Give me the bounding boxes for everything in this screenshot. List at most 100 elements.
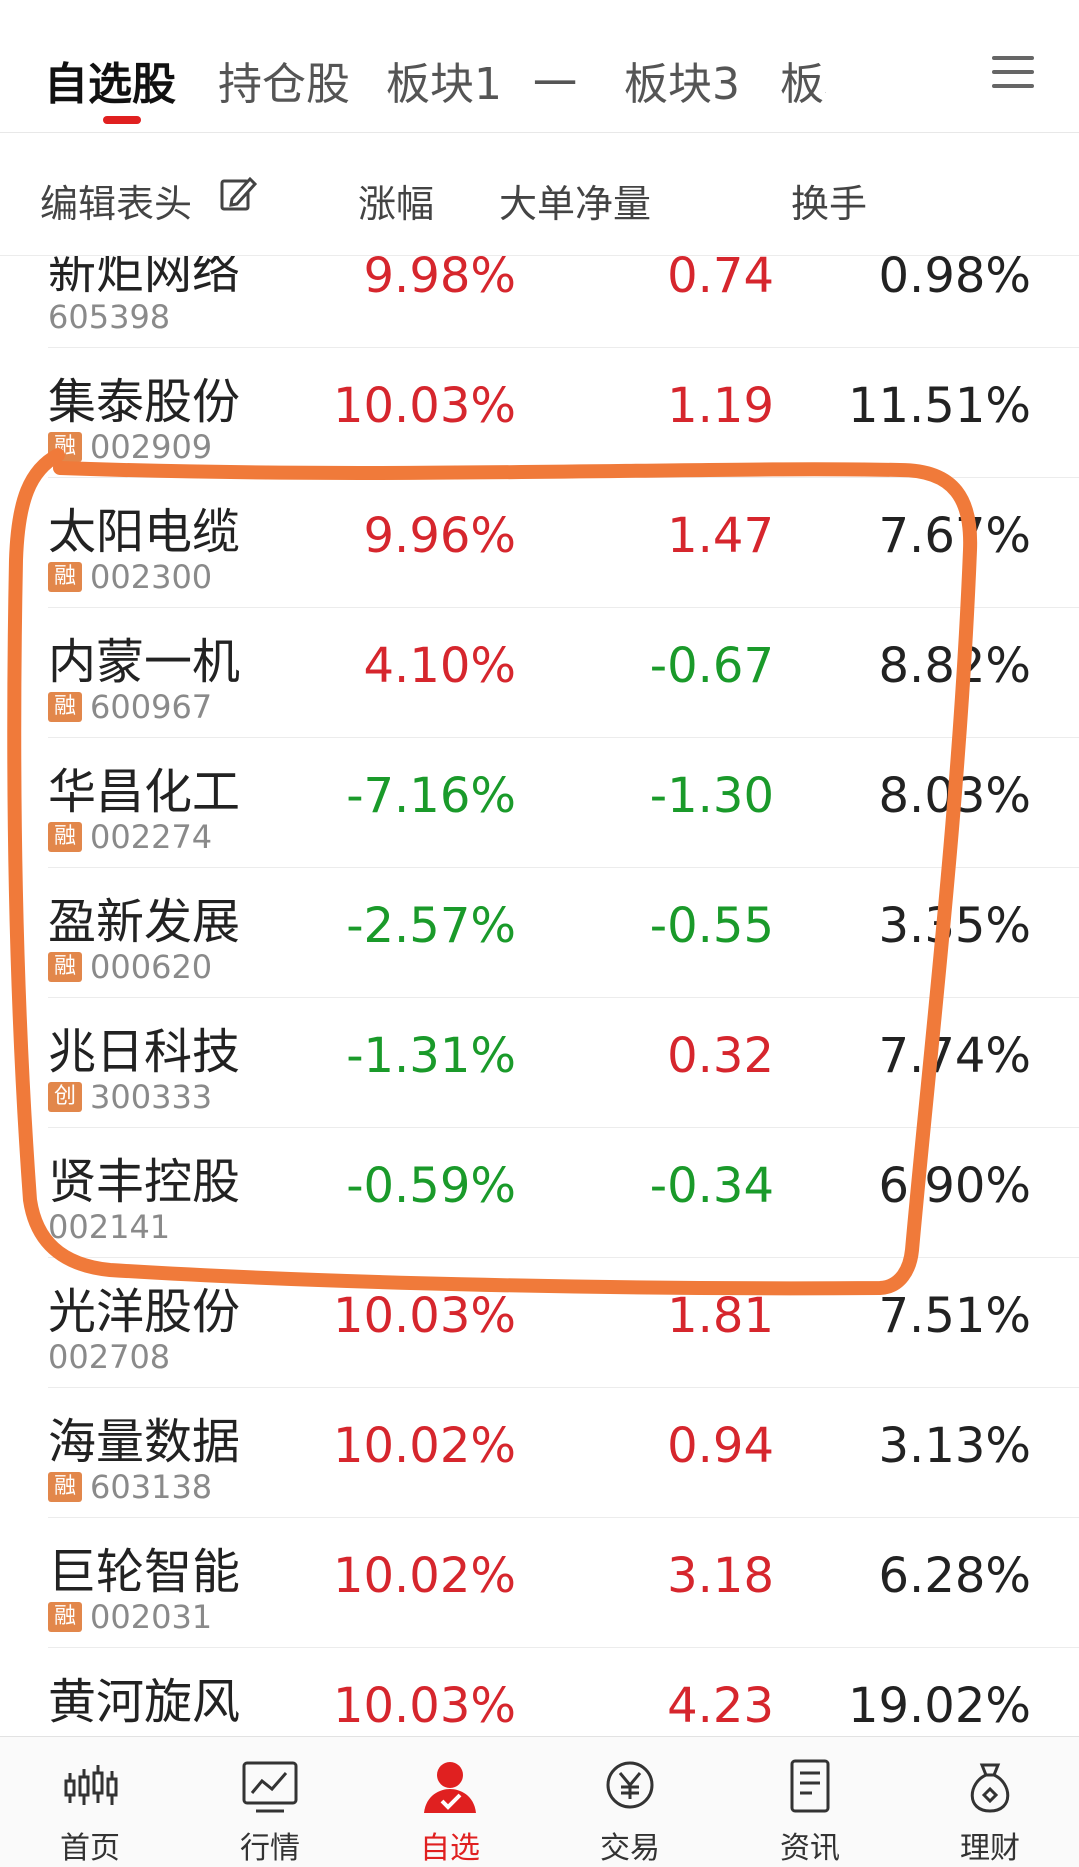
stock-name: 巨轮智能 [48,1544,241,1600]
stock-row[interactable]: 盈新发展融 000620 -2.57% -0.55 3.35% [0,868,1079,998]
bottom-nav-bar: 首页 行情 自选 交易 资讯 理财 [0,1736,1079,1867]
tab-sector-3[interactable]: 板块3 [624,48,740,112]
change-value: 9.96% [363,508,516,564]
stock-row[interactable]: 内蒙一机融 600967 4.10% -0.67 8.82% [0,608,1079,738]
bigorder-value: 1.81 [667,1288,774,1344]
nav-market-label: 行情 [240,1831,300,1866]
stock-code: 000620 [90,948,213,986]
turnover-value: 0.98% [878,256,1031,304]
stock-name: 兆日科技 [48,1024,241,1080]
watchlist-user-icon [424,1762,476,1813]
nav-finance-label: 理财 [960,1831,1020,1866]
column-turnover-header[interactable]: 换手 [791,173,867,228]
change-value: 9.98% [363,256,516,304]
turnover-value: 19.02% [847,1678,1031,1734]
yuan-coin-icon [606,1761,654,1809]
nav-watchlist[interactable]: 自选 [390,1737,510,1867]
turnover-value: 6.28% [878,1548,1031,1604]
stock-sub-info: 融 002909 [48,428,212,466]
tab-sector-2[interactable]: 一 [533,48,577,112]
stock-name: 内蒙一机 [48,634,241,690]
stock-row[interactable]: 海量数据融 603138 10.02% 0.94 3.13% [0,1388,1079,1518]
change-value: 10.03% [332,1288,516,1344]
stock-code: 605398 [48,298,171,336]
change-value: -7.16% [346,768,516,824]
turnover-value: 3.35% [878,898,1031,954]
stock-row[interactable]: 集泰股份融 002909 10.03% 1.19 11.51% [0,348,1079,478]
tab-sector-4[interactable]: 板块 [780,48,826,112]
change-value: -2.57% [346,898,516,954]
edit-header-label[interactable]: 编辑表头 [40,173,192,228]
stock-row[interactable]: 巨轮智能融 002031 10.02% 3.18 6.28% [0,1518,1079,1648]
stock-name: 太阳电缆 [48,504,241,560]
nav-home-label: 首页 [60,1831,120,1866]
stock-row[interactable]: 华昌化工融 002274 -7.16% -1.30 8.03% [0,738,1079,868]
turnover-value: 11.51% [847,378,1031,434]
nav-finance[interactable]: 理财 [930,1737,1050,1867]
turnover-value: 7.67% [878,508,1031,564]
nav-trade-label: 交易 [600,1831,660,1866]
column-header: 编辑表头 涨幅 大单净量 换手 [0,133,1079,256]
nav-news[interactable]: 资讯 [750,1737,870,1867]
bigorder-value: 4.23 [667,1678,774,1734]
stock-sub-info: 002708 [48,1338,170,1376]
edit-icon[interactable] [218,173,258,213]
bigorder-value: 1.19 [667,378,774,434]
stock-name: 新炬网络 [48,256,241,300]
stock-name: 贤丰控股 [48,1154,241,1210]
nav-market[interactable]: 行情 [210,1737,330,1867]
column-change-header[interactable]: 涨幅 [358,173,434,228]
column-bigorder-header[interactable]: 大单净量 [499,173,651,228]
stock-row[interactable]: 兆日科技创 300333 -1.31% 0.32 7.74% [0,998,1079,1128]
stock-sub-info: 002141 [48,1208,170,1246]
margin-badge: 创 [48,1082,82,1112]
menu-icon[interactable] [992,52,1034,92]
stock-sub-info: 融 002300 [48,558,212,596]
stock-code: 002031 [90,1598,213,1636]
stock-sub-info: 605398 [48,298,170,336]
bigorder-value: -0.55 [649,898,774,954]
change-value: -1.31% [346,1028,516,1084]
stock-row[interactable]: 光洋股份 002708 10.03% 1.81 7.51% [0,1258,1079,1388]
stock-sub-info: 融 603138 [48,1468,212,1506]
margin-badge: 融 [48,432,82,462]
tab-watchlist[interactable]: 自选股 [44,48,176,112]
stock-code: 002708 [48,1338,171,1376]
stock-row[interactable]: 黄河旋风 10.03% 4.23 19.02% [0,1648,1079,1736]
stock-sub-info: 融 000620 [48,948,212,986]
stock-name: 黄河旋风 [48,1674,241,1730]
change-value: -0.59% [346,1158,516,1214]
stock-row[interactable]: 太阳电缆融 002300 9.96% 1.47 7.67% [0,478,1079,608]
turnover-value: 3.13% [878,1418,1031,1474]
money-bag-icon [970,1763,1010,1813]
top-tab-bar: 自选股 持仓股 板块1 一 板块3 板块 [0,0,1079,133]
stock-sub-info: 融 600967 [48,688,212,726]
stock-code: 002141 [48,1208,171,1246]
turnover-value: 6.90% [878,1158,1031,1214]
stock-row[interactable]: 新炬网络 605398 9.98% 0.74 0.98% [0,256,1079,348]
stock-code: 002274 [90,818,213,856]
turnover-value: 7.74% [878,1028,1031,1084]
active-tab-indicator [103,116,141,124]
candlestick-icon [64,1765,118,1805]
margin-badge: 融 [48,1472,82,1502]
stock-sub-info: 创 300333 [48,1078,212,1116]
stock-name: 集泰股份 [48,374,241,430]
market-chart-icon [242,1761,298,1813]
tab-sector-1[interactable]: 板块1 [386,48,502,112]
turnover-value: 8.82% [878,638,1031,694]
nav-watchlist-label: 自选 [420,1831,480,1866]
stock-name: 海量数据 [48,1414,241,1470]
bigorder-value: -0.67 [649,638,774,694]
stock-row[interactable]: 贤丰控股 002141 -0.59% -0.34 6.90% [0,1128,1079,1258]
stock-sub-info: 融 002274 [48,818,212,856]
margin-badge: 融 [48,692,82,722]
stock-code: 002300 [90,558,213,596]
nav-trade[interactable]: 交易 [570,1737,690,1867]
nav-home[interactable]: 首页 [30,1737,150,1867]
news-document-icon [790,1759,830,1813]
stock-list: 新炬网络 605398 9.98% 0.74 0.98% 集泰股份融 002909 10.03… [0,256,1079,1736]
change-value: 4.10% [363,638,516,694]
tab-holdings[interactable]: 持仓股 [218,48,350,112]
margin-badge: 融 [48,1602,82,1632]
